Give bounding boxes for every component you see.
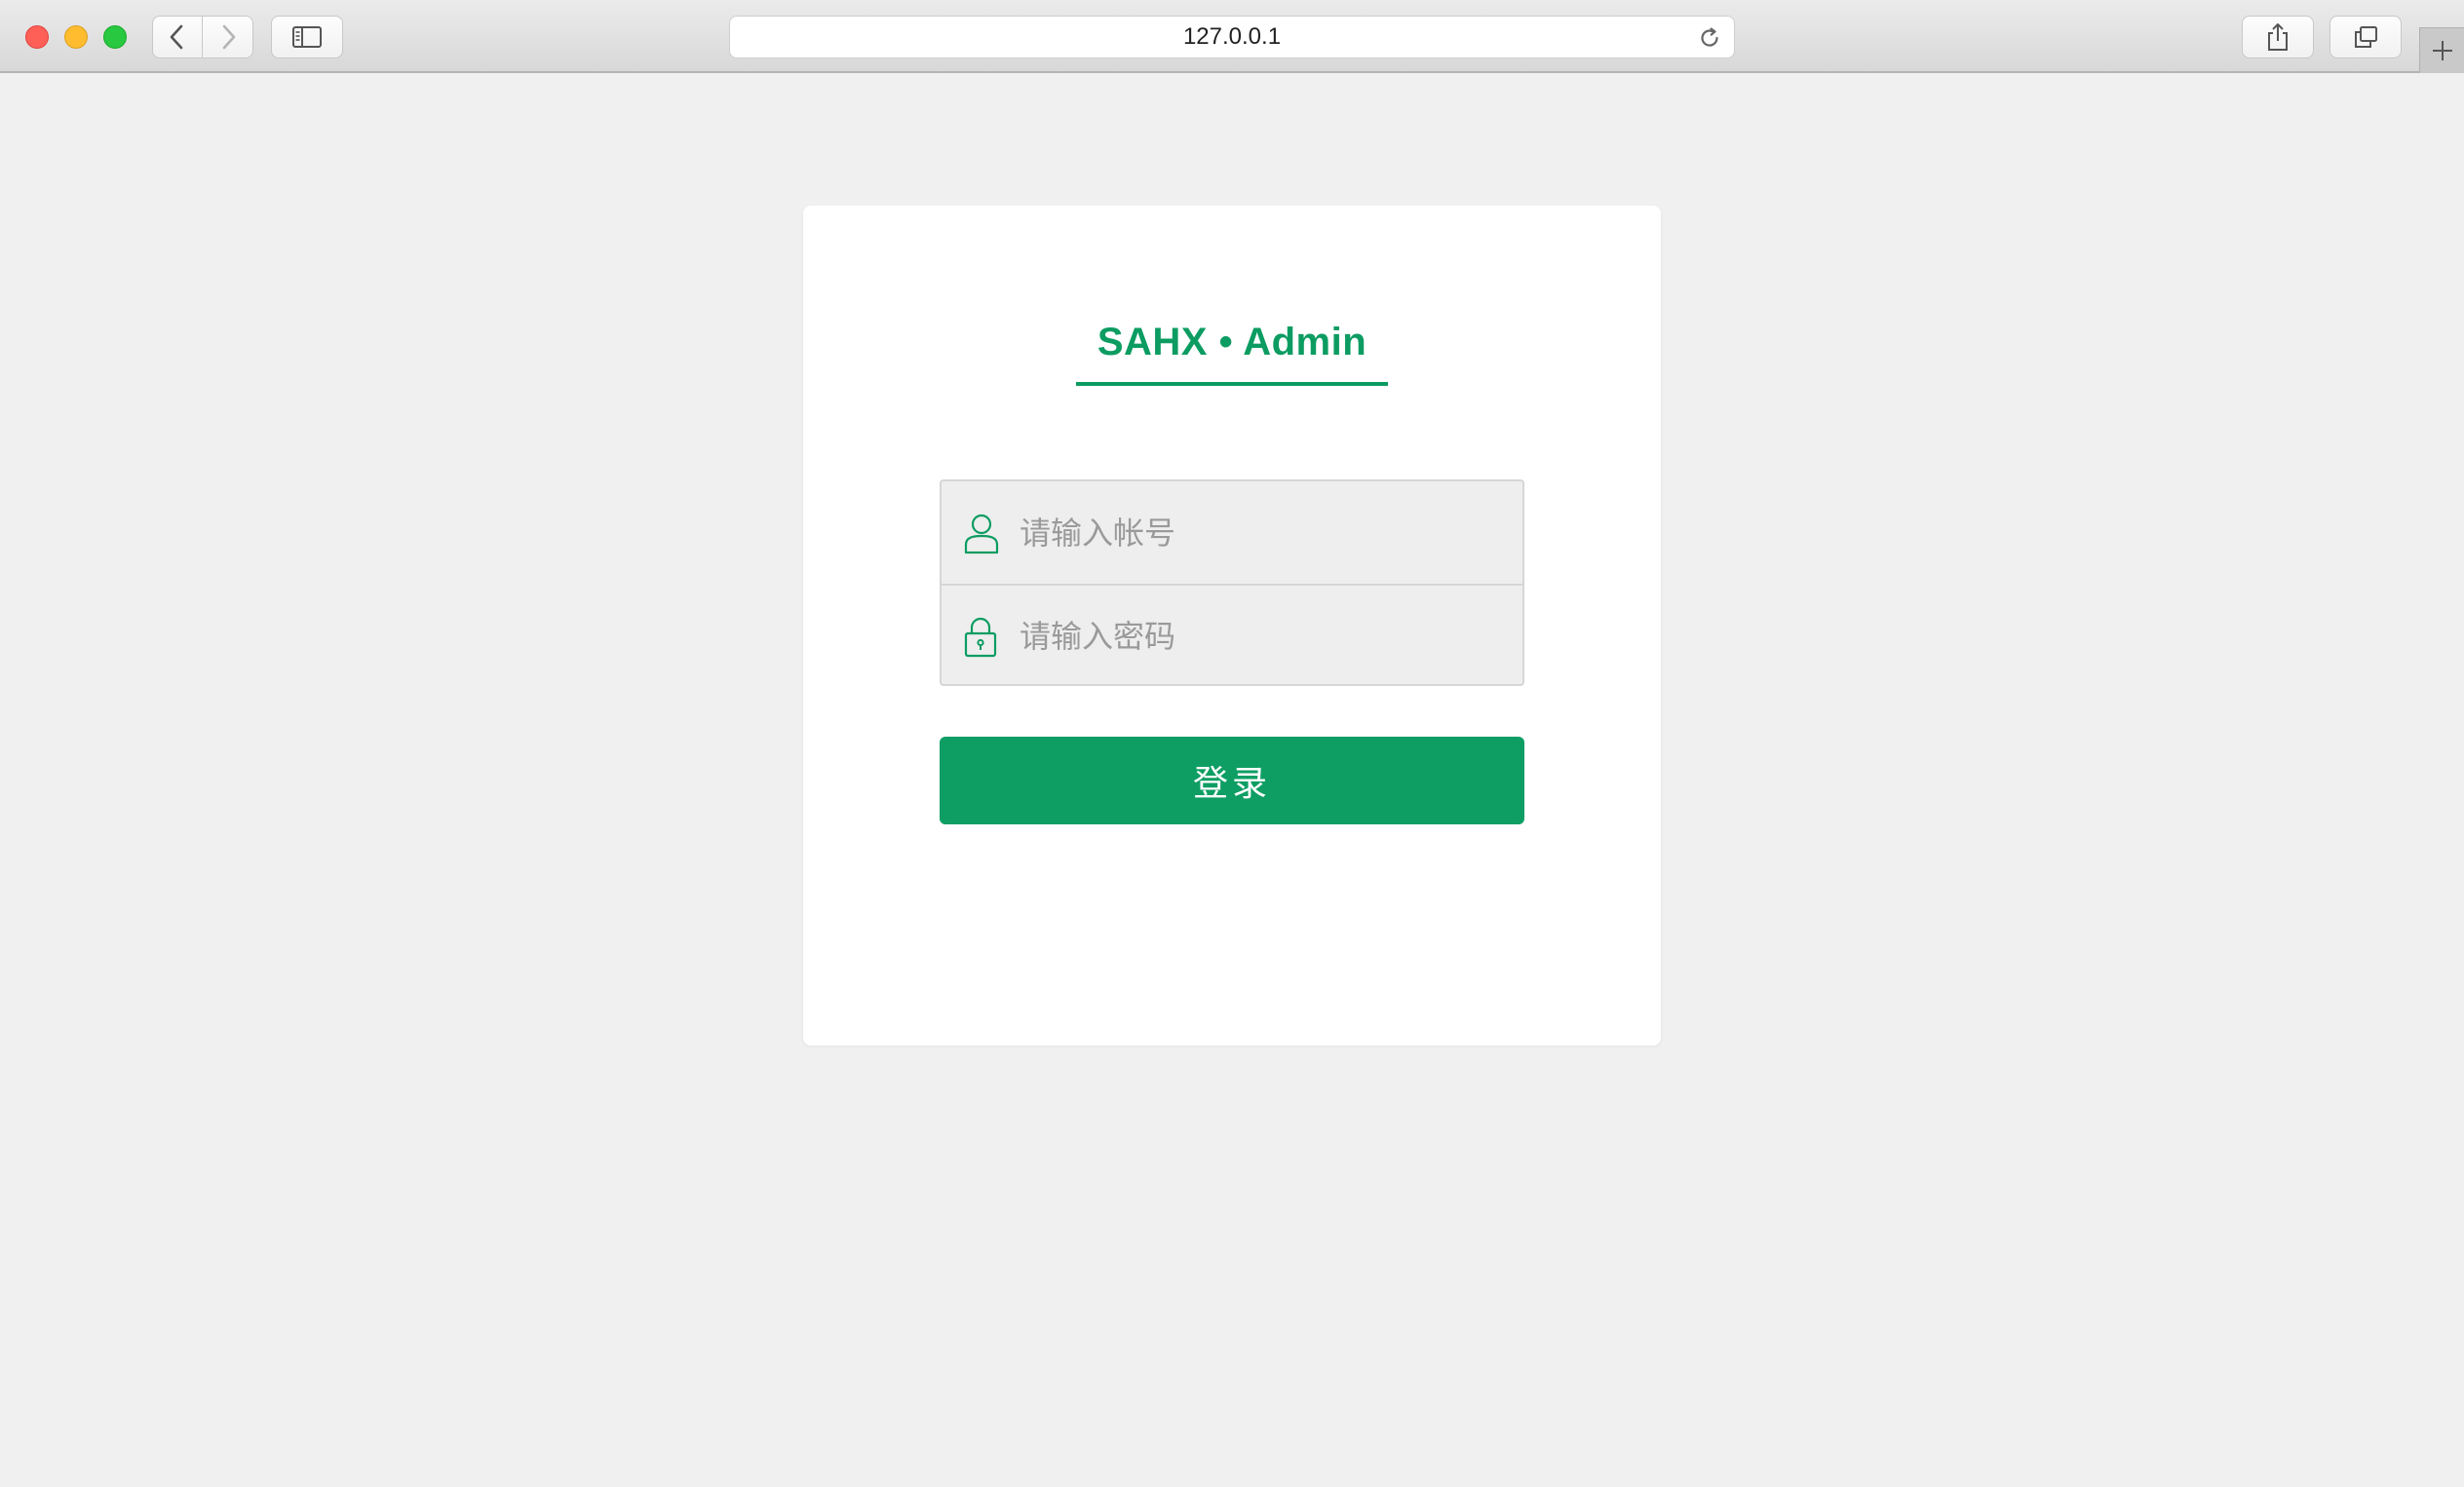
share-button[interactable]	[2242, 16, 2314, 58]
username-input[interactable]	[1020, 481, 1503, 584]
login-form	[940, 479, 1524, 686]
address-url: 127.0.0.1	[1182, 23, 1282, 50]
sidebar-icon	[292, 26, 322, 48]
reload-icon[interactable]	[1697, 25, 1722, 51]
browser-toolbar: 127.0.0.1	[0, 0, 2464, 73]
chevron-right-icon	[222, 24, 235, 50]
maximize-window-button[interactable]	[103, 25, 127, 49]
share-icon	[2268, 23, 2288, 51]
tabs-icon	[2355, 26, 2377, 48]
back-button[interactable]	[152, 16, 203, 58]
username-field	[942, 481, 1522, 584]
login-card: SAHX • Admin 登录	[803, 206, 1661, 1046]
show-tabs-button[interactable]	[2329, 16, 2402, 58]
chevron-left-icon	[170, 24, 183, 50]
password-field	[942, 584, 1522, 684]
brand-title: SAHX • Admin	[1075, 321, 1389, 386]
address-bar[interactable]: 127.0.0.1	[729, 16, 1735, 58]
plus-icon	[2432, 41, 2452, 60]
forward-button[interactable]	[203, 16, 253, 58]
close-window-button[interactable]	[25, 25, 49, 49]
sidebar-toggle-button[interactable]	[271, 16, 343, 58]
minimize-window-button[interactable]	[64, 25, 88, 49]
brand-header: SAHX • Admin	[803, 321, 1661, 386]
login-button[interactable]: 登录	[940, 737, 1524, 824]
password-input[interactable]	[1020, 586, 1503, 684]
user-icon	[964, 514, 999, 553]
new-tab-button[interactable]	[2419, 27, 2464, 73]
lock-icon	[964, 617, 997, 657]
